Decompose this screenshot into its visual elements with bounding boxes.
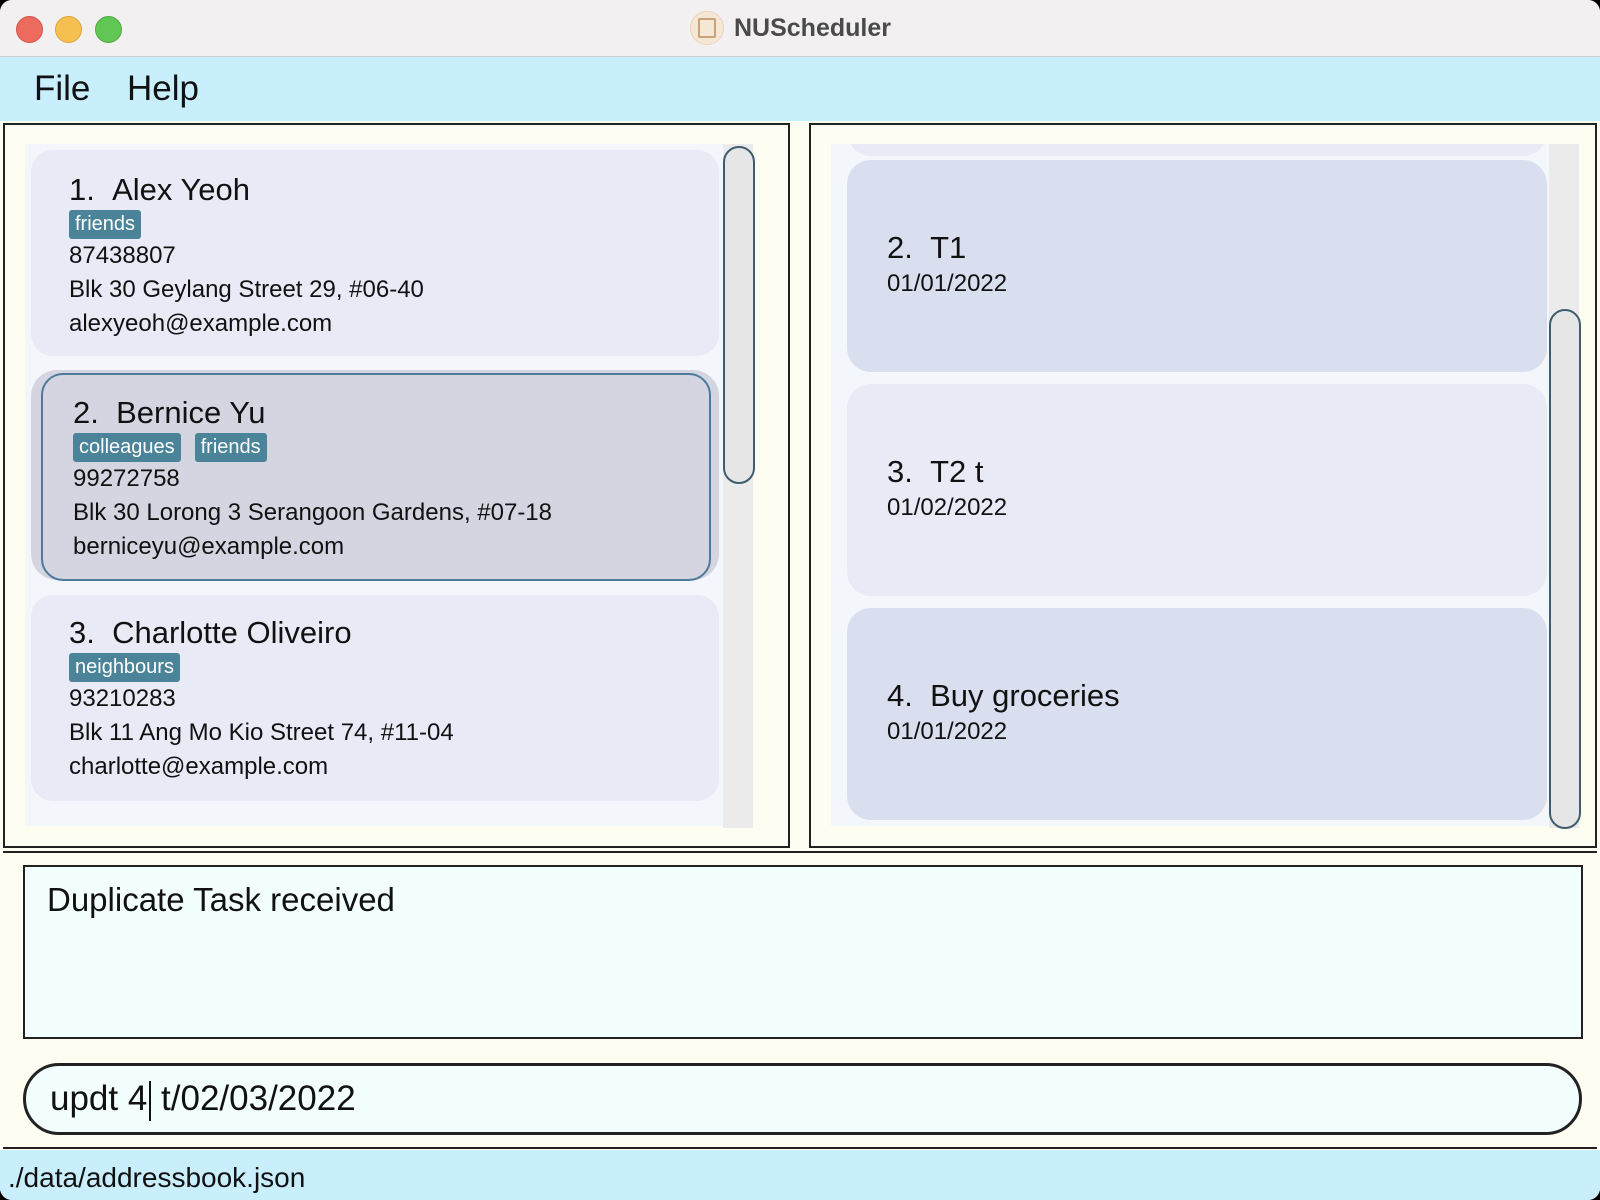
person-name: 3. Charlotte Oliveiro [69,615,352,651]
menu-bar: File Help [0,57,1600,121]
task-date: 01/01/2022 [887,270,1008,297]
person-name: 1. Alex Yeoh [69,172,250,208]
person-tags: neighbours [69,653,180,682]
person-phone: 99272758 [73,465,180,492]
task-index: 4. [887,678,913,713]
person-list-scrollbar-thumb[interactable] [723,146,755,484]
person-email: berniceyu@example.com [73,533,345,560]
command-text-before-caret: updt 4 [50,1079,148,1118]
status-bar: ./data/addressbook.json [0,1150,1600,1200]
task-title-text: T1 [930,230,967,265]
task-title-text: T2 t [930,454,984,489]
person-list-panel: 1. Alex Yeoh friends 87438807 Blk 30 Gey… [3,123,790,848]
person-name: 2. Bernice Yu [73,395,265,431]
person-address: Blk 30 Lorong 3 Serangoon Gardens, #07-1… [73,499,553,526]
task-card[interactable]: 4. Buy groceries 01/01/2022 [847,608,1547,820]
person-email: alexyeoh@example.com [69,310,333,337]
tag: friends [69,210,142,239]
menu-file[interactable]: File [34,69,90,109]
person-card[interactable]: 3. Charlotte Oliveiro neighbours 9321028… [31,595,719,801]
tag: friends [194,433,267,462]
person-address: Blk 30 Geylang Street 29, #06-40 [69,276,424,303]
person-address: Blk 11 Ang Mo Kio Street 74, #11-04 [69,719,454,746]
task-card[interactable]: 2. T1 01/01/2022 [847,160,1547,372]
task-list-scrollbar-thumb[interactable] [1549,309,1581,829]
task-card[interactable]: 3. T2 t 01/02/2022 [847,384,1547,596]
tag: neighbours [69,653,180,682]
result-message: Duplicate Task received [47,881,395,918]
person-name-text: Charlotte Oliveiro [112,615,352,650]
task-title: 2. T1 [887,230,966,266]
task-title: 4. Buy groceries [887,678,1120,714]
task-title-text: Buy groceries [930,678,1120,713]
command-box-panel: updt 4 t/02/03/2022 [3,1051,1597,1149]
task-index: 3. [887,454,913,489]
task-date: 01/01/2022 [887,718,1008,745]
task-index: 2. [887,230,913,265]
app-icon [690,11,724,45]
task-list[interactable]: 2. T1 01/01/2022 3. T2 t 01/02/2022 4. B… [831,144,1551,826]
app-window: NUScheduler File Help 1. Alex Yeoh frien… [0,0,1600,1200]
person-card[interactable]: 1. Alex Yeoh friends 87438807 Blk 30 Gey… [31,150,719,356]
person-phone: 93210283 [69,685,176,712]
app-icon-glyph [698,18,716,38]
person-card-selected[interactable]: 2. Bernice Yu colleagues friends 9927275… [41,373,711,581]
zoom-window-button[interactable] [95,16,122,43]
save-location: ./data/addressbook.json [8,1162,306,1193]
command-text-after-caret: t/02/03/2022 [151,1079,356,1118]
menu-help[interactable]: Help [127,69,199,109]
person-name-text: Bernice Yu [116,395,266,430]
task-list-panel: 2. T1 01/01/2022 3. T2 t 01/02/2022 4. B… [809,123,1597,848]
window-title: NUScheduler [734,13,891,42]
command-input[interactable]: updt 4 t/02/03/2022 [23,1063,1582,1135]
person-email: charlotte@example.com [69,753,329,780]
result-display: Duplicate Task received [23,865,1583,1039]
person-index: 1. [69,172,95,207]
person-phone: 87438807 [69,242,176,269]
minimize-window-button[interactable] [55,16,82,43]
task-title: 3. T2 t [887,454,984,490]
window-title-group: NUScheduler [690,10,891,46]
tag: colleagues [73,433,181,462]
person-tags: colleagues friends [73,433,267,462]
task-card-partial[interactable] [847,144,1547,156]
person-index: 3. [69,615,95,650]
title-bar: NUScheduler [0,0,1600,57]
task-date: 01/02/2022 [887,494,1008,521]
close-window-button[interactable] [16,16,43,43]
person-list[interactable]: 1. Alex Yeoh friends 87438807 Blk 30 Gey… [25,144,737,826]
person-index: 2. [73,395,99,430]
result-display-panel: Duplicate Task received [3,851,1597,1053]
person-name-text: Alex Yeoh [112,172,251,207]
person-tags: friends [69,210,142,239]
